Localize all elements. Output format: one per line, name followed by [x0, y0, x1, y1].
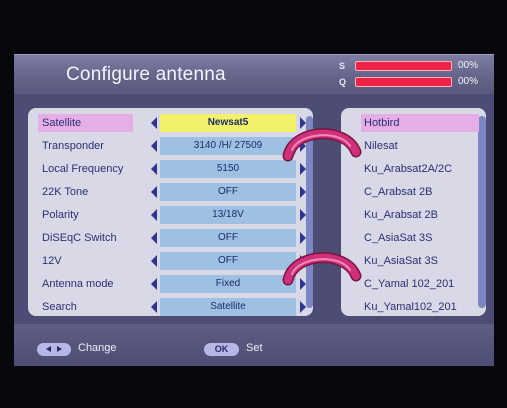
setting-value[interactable]: Satellite: [160, 298, 296, 316]
arrow-left-icon[interactable]: [151, 301, 157, 313]
setting-value[interactable]: Newsat5: [160, 114, 296, 132]
settings-panel: Satellite Newsat5 Transponder 3140 /H/ 2…: [28, 108, 313, 316]
setting-label: Polarity: [42, 209, 79, 221]
signal-quality-meter: Q 00%: [339, 76, 478, 87]
satellite-list-item[interactable]: Ku_AsiaSat 3S: [361, 252, 479, 270]
right-triangle-icon: [57, 346, 62, 352]
ok-key-hint: OK: [204, 343, 239, 356]
arrow-left-icon[interactable]: [151, 140, 157, 152]
arrow-left-icon[interactable]: [151, 255, 157, 267]
signal-strength-meter: S 00%: [339, 60, 478, 71]
arrow-left-icon[interactable]: [151, 117, 157, 129]
satellite-list-item[interactable]: C_Arabsat 2B: [361, 183, 479, 201]
setting-value[interactable]: 3140 /H/ 27509: [160, 137, 296, 155]
setting-row-22k-tone[interactable]: 22K Tone OFF: [38, 182, 306, 202]
satellite-list-item[interactable]: Nilesat: [361, 137, 479, 155]
setting-label: Satellite: [38, 114, 133, 132]
arrow-left-icon[interactable]: [151, 232, 157, 244]
setting-row-satellite[interactable]: Satellite Newsat5: [38, 113, 306, 133]
panel-link-hook-icon: [282, 128, 362, 162]
signal-strength-letter: S: [339, 60, 346, 71]
satellite-list-item[interactable]: C_AsiaSat 3S: [361, 229, 479, 247]
arrow-right-icon[interactable]: [300, 186, 306, 198]
left-right-key-hint: [37, 343, 71, 356]
signal-quality-bar: [355, 76, 452, 87]
page-title: Configure antenna: [66, 64, 226, 85]
arrow-right-icon[interactable]: [300, 232, 306, 244]
signal-strength-bar: [355, 60, 452, 71]
main-body: Satellite Newsat5 Transponder 3140 /H/ 2…: [14, 94, 494, 324]
arrow-left-icon[interactable]: [151, 209, 157, 221]
arrow-right-icon[interactable]: [300, 209, 306, 221]
setting-row-transponder[interactable]: Transponder 3140 /H/ 27509: [38, 136, 306, 156]
change-hint-label: Change: [78, 342, 117, 354]
satellite-list-item[interactable]: Hotbird: [361, 114, 479, 132]
setting-row-antenna-mode[interactable]: Antenna mode Fixed: [38, 274, 306, 294]
panel-link-hook-icon: [282, 252, 362, 286]
setting-value[interactable]: OFF: [160, 183, 296, 201]
setting-value[interactable]: 5150: [160, 160, 296, 178]
satellite-list-scrollbar[interactable]: [478, 116, 486, 308]
arrow-right-icon[interactable]: [300, 301, 306, 313]
setting-row-polarity[interactable]: Polarity 13/18V: [38, 205, 306, 225]
setting-value[interactable]: OFF: [160, 252, 296, 270]
setting-value[interactable]: Fixed: [160, 275, 296, 293]
setting-label: 22K Tone: [42, 186, 89, 198]
signal-quality-value: 00%: [458, 76, 479, 87]
setting-value[interactable]: 13/18V: [160, 206, 296, 224]
satellite-list-item[interactable]: Ku_Yamal102_201: [361, 298, 479, 316]
setting-label: DiSEqC Switch: [42, 232, 117, 244]
left-triangle-icon: [46, 346, 51, 352]
setting-value[interactable]: OFF: [160, 229, 296, 247]
signal-quality-letter: Q: [339, 76, 347, 87]
setting-label: 12V: [42, 255, 62, 267]
tv-screen: Configure antenna S 00% Q 00% Satellite …: [0, 0, 507, 408]
arrow-left-icon[interactable]: [151, 163, 157, 175]
signal-strength-value: 00%: [458, 60, 479, 71]
set-hint-label: Set: [246, 342, 263, 354]
setting-row-diseqc-switch[interactable]: DiSEqC Switch OFF: [38, 228, 306, 248]
setting-label: Antenna mode: [42, 278, 114, 290]
arrow-right-icon[interactable]: [300, 163, 306, 175]
setting-label: Local Frequency: [42, 163, 124, 175]
arrow-left-icon[interactable]: [151, 278, 157, 290]
setting-label: Search: [42, 301, 77, 313]
satellite-list-item[interactable]: Ku_Arabsat2A/2C: [361, 160, 479, 178]
header-bar: Configure antenna S 00% Q 00%: [14, 54, 494, 95]
satellite-list-item[interactable]: C_Yamal 102_201: [361, 275, 479, 293]
arrow-left-icon[interactable]: [151, 186, 157, 198]
setting-row-local-frequency[interactable]: Local Frequency 5150: [38, 159, 306, 179]
satellite-list-item[interactable]: Ku_Arabsat 2B: [361, 206, 479, 224]
setting-label: Transponder: [42, 140, 104, 152]
help-bar: Change OK Set: [14, 324, 494, 366]
setting-row-search[interactable]: Search Satellite: [38, 297, 306, 316]
setting-row-12v[interactable]: 12V OFF: [38, 251, 306, 271]
